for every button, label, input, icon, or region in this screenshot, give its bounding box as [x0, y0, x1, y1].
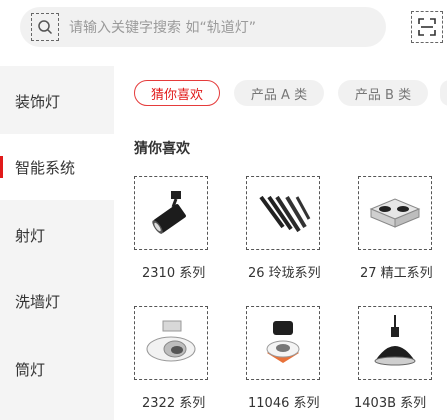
sidebar-item-wall-washers[interactable]: 洗墙灯 [0, 268, 114, 334]
linear-lights-icon [246, 176, 320, 250]
section-title: 猜你喜欢 [134, 141, 190, 157]
product-name: 11046 系列 [248, 396, 320, 411]
product-card[interactable]: 1403B 系列 [354, 306, 447, 411]
sidebar-item-label: 射灯 [15, 226, 46, 245]
product-card[interactable]: 11046 系列 [246, 306, 336, 411]
product-card[interactable]: 2310 系列 [134, 176, 224, 281]
pendant-lamp-icon [358, 306, 432, 380]
search-bar[interactable]: 请输入关键字搜索 如“轨道灯” [20, 7, 386, 47]
tab-label: 产品 B 类 [354, 87, 412, 103]
product-name: 27 精工系列 [360, 266, 433, 281]
tab-product-a[interactable]: 产品 A 类 [234, 80, 324, 106]
tab-product-b[interactable]: 产品 B 类 [338, 80, 428, 106]
sidebar-item-label: 洗墙灯 [15, 292, 61, 311]
product-card[interactable]: 26 玲珑系列 [246, 176, 336, 281]
recessed-spotlight-icon [134, 306, 208, 380]
sidebar-item-decorative-lights[interactable]: 装饰灯 [0, 68, 114, 134]
sidebar-item-spotlights[interactable]: 射灯 [0, 202, 114, 268]
tab-label: 产品 A 类 [250, 87, 308, 103]
grille-downlight-icon [358, 176, 432, 250]
product-card[interactable]: 2322 系列 [134, 306, 224, 411]
product-card[interactable]: 27 精工系列 [358, 176, 447, 281]
search-icon[interactable] [31, 13, 59, 41]
sidebar-item-label: 智能系统 [15, 158, 76, 177]
tab-label: 猜你喜欢 [150, 87, 203, 103]
sidebar-item-downlights[interactable]: 筒灯 [0, 336, 114, 402]
tab-guess-you-like[interactable]: 猜你喜欢 [134, 80, 220, 106]
product-name: 26 玲珑系列 [248, 266, 321, 281]
sidebar-item-label: 装饰灯 [15, 92, 61, 111]
cylinder-downlight-icon [246, 306, 320, 380]
product-name: 1403B 系列 [354, 396, 427, 411]
sidebar-item-smart-system[interactable]: 智能系统 [0, 134, 114, 200]
sidebar-item-label: 筒灯 [15, 360, 46, 379]
product-name: 2322 系列 [142, 396, 206, 411]
tab-more[interactable] [440, 80, 447, 106]
product-name: 2310 系列 [142, 266, 206, 281]
category-sidebar: 装饰灯 智能系统 射灯 洗墙灯 筒灯 [0, 66, 114, 420]
scan-icon[interactable] [411, 11, 443, 43]
track-spotlight-icon [134, 176, 208, 250]
search-input[interactable]: 请输入关键字搜索 如“轨道灯” [69, 17, 256, 37]
